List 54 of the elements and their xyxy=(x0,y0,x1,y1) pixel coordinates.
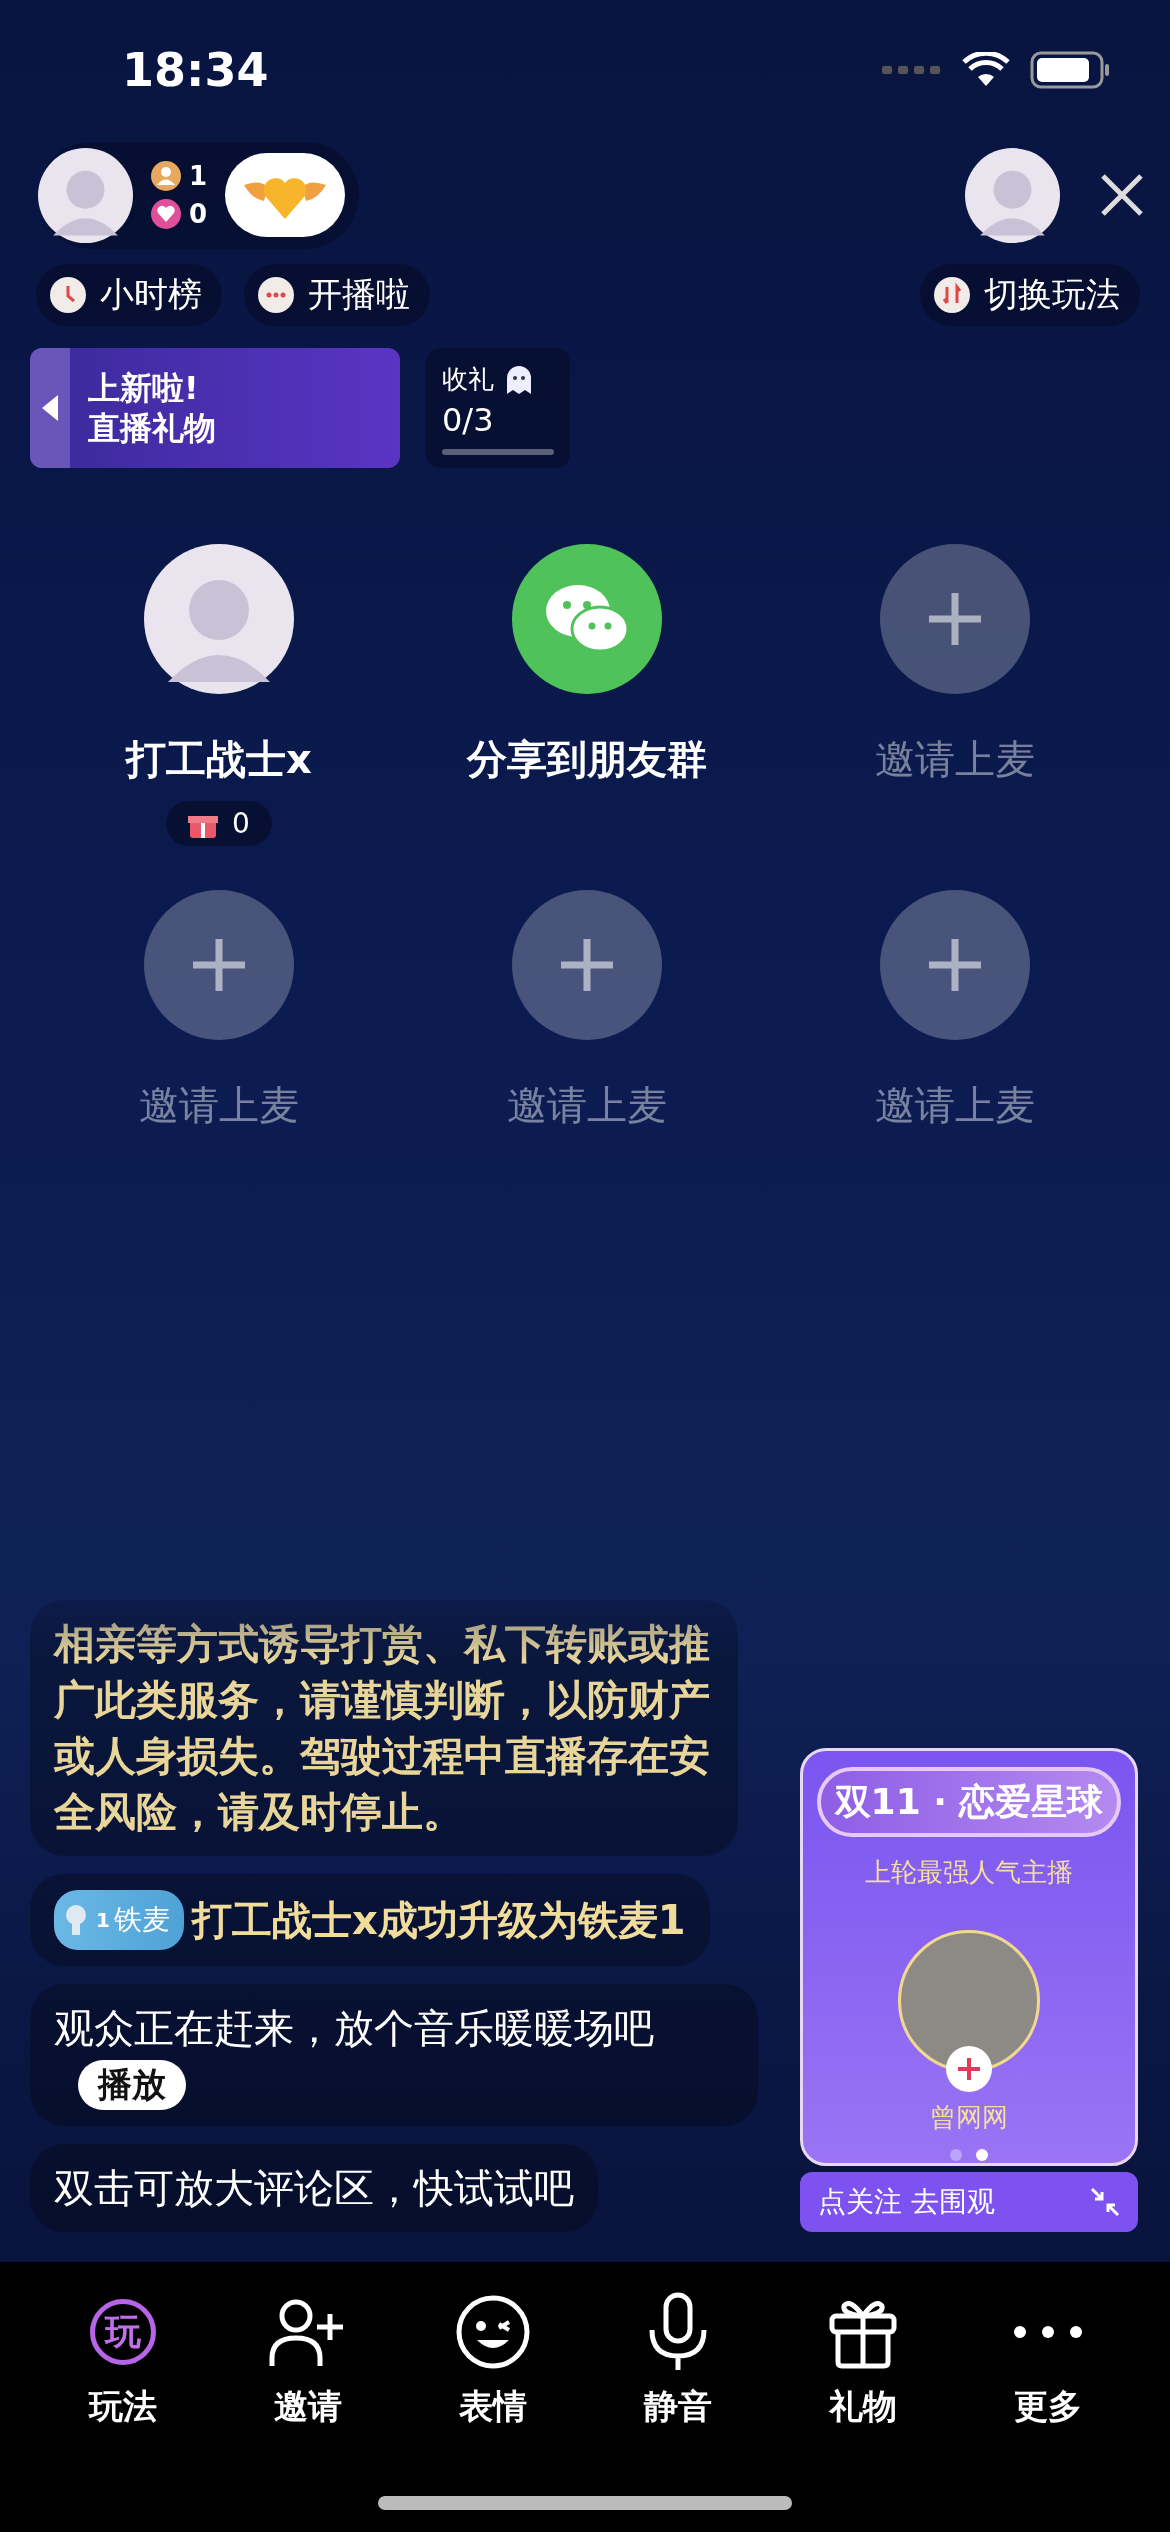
streamer-name: 曾网网 xyxy=(930,2101,1008,2134)
nav-tab[interactable]: 更多 xyxy=(955,2292,1140,2442)
upgrade-message: 打工战士x成功升级为铁麦1 xyxy=(191,1896,686,1945)
page-dot[interactable] xyxy=(950,2149,962,2161)
follow-watch-button[interactable]: 点关注 去围观 xyxy=(800,2172,1138,2232)
close-icon[interactable] xyxy=(1100,173,1144,217)
nav-tab[interactable]: 玩 玩法 xyxy=(30,2292,215,2442)
seat-label: 分享到朋友群 xyxy=(467,735,707,784)
signal-icon xyxy=(882,64,942,76)
seat-label: 邀请上麦 xyxy=(139,1081,299,1130)
page-dot[interactable] xyxy=(976,2149,988,2161)
avatar-icon[interactable] xyxy=(144,544,294,694)
nav-tab[interactable]: 静音 xyxy=(585,2292,770,2442)
chip-button[interactable]: 切换玩法 xyxy=(920,264,1140,326)
safety-notice-message: 相亲等方式诱导打赏、私下转账或推广此类服务，请谨慎判断，以防财产或人身损失。驾驶过程中直播存在安全风险，请及时停止。 xyxy=(30,1600,738,1856)
seat-label: 邀请上麦 xyxy=(875,1081,1035,1130)
chat-bubble-icon xyxy=(258,277,294,313)
stat-count: 0 xyxy=(189,199,208,229)
seat-label: 打工战士x xyxy=(126,735,312,784)
battery-icon xyxy=(1030,51,1110,89)
collapse-icon[interactable] xyxy=(1090,2187,1120,2217)
gift-promo-banner[interactable]: 上新啦! 直播礼物 xyxy=(30,348,400,468)
play-button[interactable]: 播放 xyxy=(78,2060,186,2110)
wifi-icon xyxy=(962,52,1010,88)
nav-tab[interactable]: 礼物 xyxy=(770,2292,955,2442)
status-time: 18:34 xyxy=(122,43,269,97)
level-badge: 1 铁麦 xyxy=(54,1890,184,1950)
seat-label: 邀请上麦 xyxy=(875,735,1035,784)
gift-task-card[interactable]: 收礼 0/3 xyxy=(426,348,570,468)
play-mode-icon: 玩 xyxy=(89,2299,156,2365)
promo-card[interactable]: 双11 · 恋爱星球 上轮最强人气主播 曾网网 xyxy=(800,1748,1138,2166)
chat-message: 双击可放大评论区，快试试吧 xyxy=(30,2144,598,2232)
gift-count-badge: 0 xyxy=(166,801,272,846)
chip-button[interactable]: 小时榜 xyxy=(36,264,222,326)
avatar-icon[interactable] xyxy=(38,147,133,243)
follow-plus-button[interactable] xyxy=(946,2046,992,2092)
chip-button[interactable]: 开播啦 xyxy=(244,264,430,326)
person-icon xyxy=(151,161,181,191)
promo-subtitle: 上轮最强人气主播 xyxy=(865,1856,1073,1889)
task-count: 0/3 xyxy=(442,401,495,439)
nav-tab[interactable]: 表情 xyxy=(400,2292,585,2442)
stat-count: 1 xyxy=(189,161,208,191)
clock-icon xyxy=(50,277,86,313)
plus-icon xyxy=(957,2057,981,2081)
avatar-icon[interactable] xyxy=(965,147,1060,243)
promo-title: 双11 · 恋爱星球 xyxy=(817,1767,1121,1837)
more-icon xyxy=(1012,2325,1083,2339)
chat-message: 观众正在赶来，放个音乐暖暖场吧 xyxy=(54,2004,654,2053)
nav-tab[interactable]: 邀请 xyxy=(215,2292,400,2442)
switch-arrows-icon xyxy=(934,277,970,313)
winged-heart-button[interactable] xyxy=(225,153,346,237)
seat-label: 邀请上麦 xyxy=(507,1081,667,1130)
task-label: 收礼 xyxy=(442,363,494,396)
wink-face-icon xyxy=(454,2294,531,2370)
